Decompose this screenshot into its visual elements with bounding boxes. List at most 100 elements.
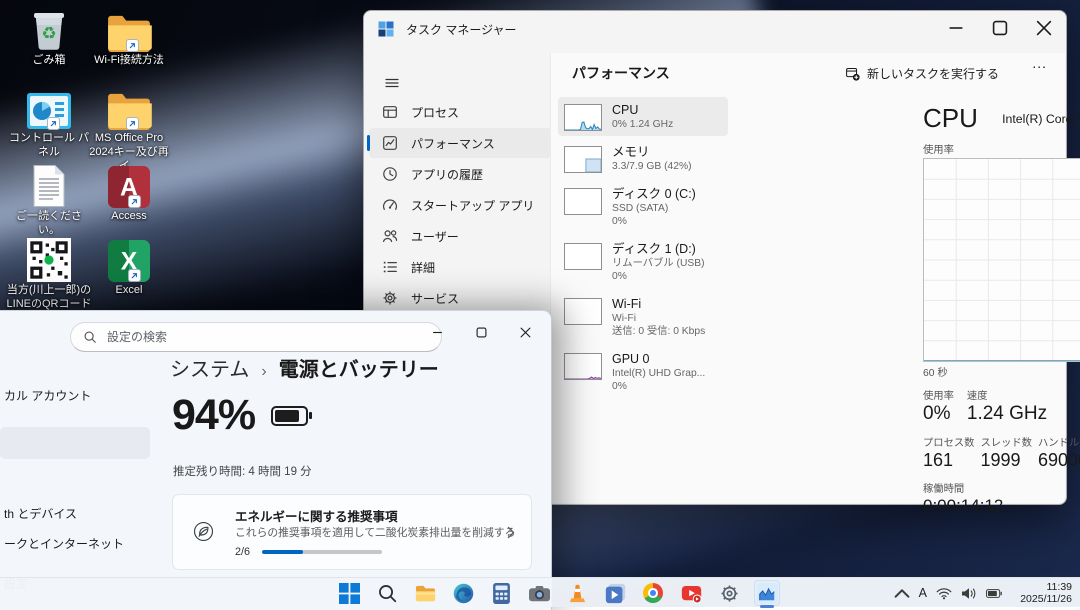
nav-item-label: ユーザー <box>411 228 459 245</box>
perf-item-disk0[interactable]: ディスク 0 (C:)SSD (SATA)0% <box>558 181 728 233</box>
vlc-taskbar-button[interactable] <box>564 580 590 606</box>
cpu-title: CPU <box>923 103 978 134</box>
cpu-detail-panel: CPU Intel(R) Core(TM) i5-8265U CPU @ 1.6… <box>923 103 1080 522</box>
perf-item-disk1[interactable]: ディスク 1 (D:)リムーバブル (USB)0% <box>558 236 728 288</box>
run-new-task-button[interactable]: 新しいタスクを実行する <box>837 61 1007 86</box>
desktop-icon-line-qr[interactable]: 当方(川上一郎)の LINEのQRコード <box>6 234 92 312</box>
tray-wifi[interactable] <box>936 580 952 606</box>
tray-ime-label: A <box>919 586 927 600</box>
close-button[interactable] <box>1022 11 1066 45</box>
windows-logo-icon <box>339 583 360 604</box>
volume-icon <box>961 587 977 600</box>
tm-nav-item-services[interactable]: サービス <box>369 283 551 313</box>
calculator-taskbar-button[interactable] <box>488 580 514 606</box>
maximize-button[interactable] <box>978 11 1022 45</box>
more-options-button[interactable]: ... <box>1032 55 1047 71</box>
desktop-icon-recycle-bin[interactable]: ♻ごみ箱 <box>6 4 92 68</box>
desktop-icon-label: Excel <box>116 284 143 298</box>
nav-item-label: サービス <box>411 290 459 307</box>
edge-taskbar-button[interactable] <box>450 580 476 606</box>
performance-panel: パフォーマンス 新しいタスクを実行する ... CPU0% 1.24 GHzメモ… <box>550 53 1065 503</box>
perf-item-sub: Intel(R) UHD Grap... <box>612 367 705 380</box>
nav-item-label: アプリの履歴 <box>411 166 483 183</box>
search-taskbar-button[interactable] <box>374 580 400 606</box>
shortcut-arrow-icon <box>128 269 141 282</box>
tm-nav-item-processes[interactable]: プロセス <box>369 97 551 127</box>
usage-axis-label: 使用率 <box>923 141 954 156</box>
settings-sidebar: カル アカウントth とデバイスークとインターネット設定 <box>0 311 152 610</box>
desktop-icon-excel[interactable]: XExcel <box>86 234 172 298</box>
wifi-icon <box>936 587 952 600</box>
tm-nav-item-users[interactable]: ユーザー <box>369 221 551 251</box>
perf-item-name: Wi-Fi <box>612 296 705 312</box>
taskbar: A 11:39 2025/11/26 <box>0 577 1080 607</box>
energy-recommendations-card[interactable]: エネルギーに関する推奨事項 これらの推奨事項を適用して二酸化炭素排出量を削減する… <box>172 494 532 570</box>
tray-hidden-icons[interactable] <box>894 580 910 606</box>
perf-item-text: ディスク 0 (C:)SSD (SATA)0% <box>612 186 696 228</box>
memory-mini-graph <box>564 146 602 173</box>
chrome-icon <box>643 583 663 603</box>
desktop-icon-access[interactable]: AAccess <box>86 160 172 224</box>
settings-sidebar-item-network-internet[interactable]: ークとインターネット <box>0 527 150 559</box>
video-app-taskbar-button[interactable] <box>678 580 704 606</box>
folder-icon <box>106 82 152 130</box>
qr-code-icon <box>27 234 71 282</box>
settings-sidebar-item-account[interactable]: カル アカウント <box>0 379 150 411</box>
cpu-stats-left: 使用率0%速度1.24 GHzプロセス数161スレッド数1999ハンドル数690… <box>923 387 1080 525</box>
cpu-usage-chart <box>923 158 1080 362</box>
start-taskbar-button[interactable] <box>336 580 362 606</box>
energy-progress-count: 2/6 <box>235 546 250 558</box>
task-manager-titlebar[interactable]: タスク マネージャー <box>364 11 1066 47</box>
perf-item-memory[interactable]: メモリ3.3/7.9 GB (42%) <box>558 139 728 178</box>
settings-sidebar-item-bluetooth-devices[interactable]: th とデバイス <box>0 497 150 529</box>
tm-nav-item-details[interactable]: 詳細 <box>369 252 551 282</box>
perf-item-wifi[interactable]: Wi-FiWi-Fi送信: 0 受信: 0 Kbps <box>558 291 728 343</box>
cpu-stats-row: 使用率0%速度1.24 GHz <box>923 387 1080 425</box>
tray-battery[interactable] <box>986 580 1002 606</box>
chevron-right-icon <box>507 526 515 539</box>
perf-item-text: CPU0% 1.24 GHz <box>612 102 673 131</box>
clock-date: 2025/11/26 <box>1020 593 1072 606</box>
battery-estimate: 推定残り時間: 4 時間 19 分 <box>173 463 312 479</box>
desktop-icon-control-panel[interactable]: コントロール パネル <box>6 82 92 160</box>
tray-volume[interactable] <box>961 580 977 606</box>
settings-taskbar-button[interactable] <box>716 580 742 606</box>
task-manager-taskbar-button[interactable] <box>754 580 780 606</box>
minimize-button[interactable] <box>934 11 978 45</box>
media-player-icon <box>605 583 626 604</box>
tray-ime[interactable]: A <box>919 580 927 606</box>
perf-item-cpu[interactable]: CPU0% 1.24 GHz <box>558 97 728 136</box>
taskbar-clock[interactable]: 11:39 2025/11/26 <box>1020 580 1072 606</box>
perf-item-gpu0[interactable]: GPU 0Intel(R) UHD Grap...0% <box>558 346 728 398</box>
stat-label: 稼働時間 <box>923 480 1003 495</box>
breadcrumb-system[interactable]: システム <box>170 353 249 382</box>
battery-icon <box>271 406 308 426</box>
tm-nav-item-startup-apps[interactable]: スタートアップ アプリ <box>369 190 551 220</box>
run-task-icon <box>845 66 860 81</box>
svg-text:♻: ♻ <box>41 24 56 43</box>
chevron-up-icon <box>894 587 910 600</box>
file-explorer-taskbar-button[interactable] <box>412 580 438 606</box>
desktop-icon-wifi-guide[interactable]: Wi-Fi接続方法 <box>86 4 172 68</box>
stat-value: 69000 <box>1038 450 1080 471</box>
nav-item-label: スタートアップ アプリ <box>411 197 534 214</box>
tm-nav-item-performance[interactable]: パフォーマンス <box>369 128 551 158</box>
settings-sidebar-item-system[interactable] <box>0 427 150 459</box>
nav-menu-toggle-button[interactable] <box>380 71 404 95</box>
x-left-label: 60 秒 <box>923 364 948 379</box>
stat-label: ハンドル数 <box>1038 434 1080 449</box>
chrome-taskbar-button[interactable] <box>640 580 666 606</box>
recycle-bin-icon: ♻ <box>30 4 68 52</box>
details-icon <box>382 259 398 275</box>
battery-percentage: 94% <box>172 391 255 440</box>
perf-item-name: メモリ <box>612 144 692 160</box>
stat-value: 1999 <box>980 450 1031 471</box>
gpu0-mini-graph <box>564 353 602 380</box>
window-title: タスク マネージャー <box>406 21 517 38</box>
media-player-taskbar-button[interactable] <box>602 580 628 606</box>
energy-card-subtitle: これらの推奨事項を適用して二酸化炭素排出量を削減する <box>235 524 515 540</box>
tm-nav-item-app-history[interactable]: アプリの履歴 <box>369 159 551 189</box>
settings-window: カル アカウントth とデバイスークとインターネット設定 システム › 電源とバ… <box>0 310 552 610</box>
camera-taskbar-button[interactable] <box>526 580 552 606</box>
desktop-icon-readme[interactable]: ご一読ください。 <box>6 160 92 238</box>
